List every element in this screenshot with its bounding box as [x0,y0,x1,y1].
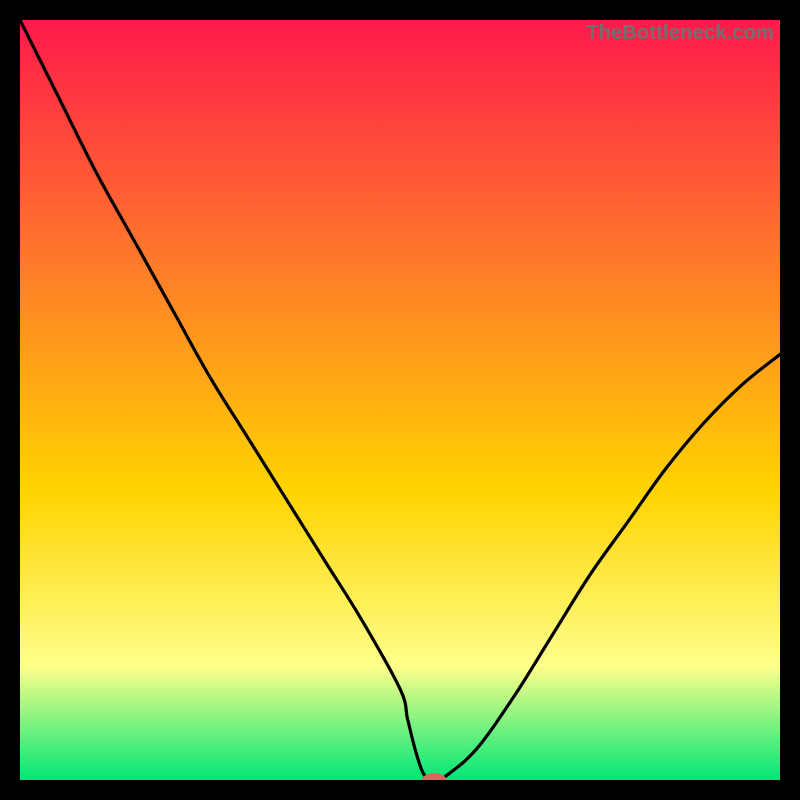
chart-frame: TheBottleneck.com [20,20,780,780]
attribution-text: TheBottleneck.com [586,22,774,45]
bottleneck-plot [20,20,780,780]
gradient-background [20,20,780,780]
